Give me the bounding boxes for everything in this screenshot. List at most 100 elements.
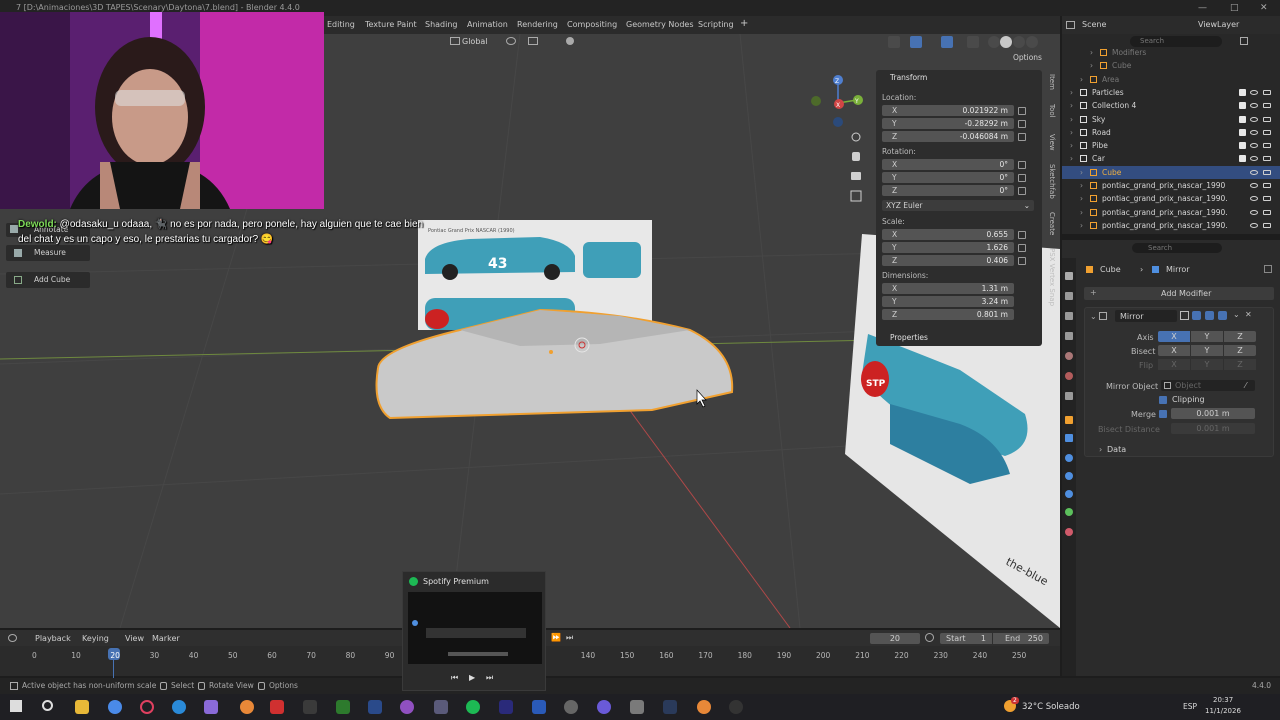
view-layer-tab-icon[interactable] (1065, 332, 1073, 340)
chevron-right-icon[interactable]: › (1080, 73, 1083, 86)
lock-icon[interactable] (1018, 107, 1026, 115)
chevron-right-icon[interactable]: › (1070, 152, 1073, 165)
view-menu[interactable]: View (125, 634, 144, 643)
mirror-object-field[interactable]: Object ⁄ (1161, 380, 1255, 391)
properties-search-input[interactable] (1132, 243, 1222, 253)
editor-type-icon[interactable] (8, 634, 17, 642)
add-workspace-button[interactable]: + (740, 18, 748, 29)
outliner-row[interactable]: › pontiac_grand_prix_nascar_1990. (1062, 192, 1280, 205)
outliner-row[interactable]: › Car (1062, 152, 1280, 165)
eye-icon[interactable] (1250, 143, 1258, 149)
render-toggle-icon[interactable] (1218, 311, 1227, 320)
transform-panel-title[interactable]: Transform (890, 73, 927, 82)
dimensions-z-field[interactable]: Z 0.801 m (882, 309, 1014, 320)
chevron-right-icon[interactable]: › (1070, 126, 1073, 139)
material-tab-icon[interactable] (1065, 528, 1073, 536)
outliner-row[interactable]: › Modifiers (1062, 46, 1280, 59)
blender-icon[interactable] (240, 700, 254, 714)
render-tab-icon[interactable] (1065, 292, 1073, 300)
output-tab-icon[interactable] (1065, 312, 1073, 320)
lock-icon[interactable] (1018, 257, 1026, 265)
bisect-x-toggle[interactable]: X (1158, 345, 1190, 356)
weather-text[interactable]: 32°C Soleado (1022, 702, 1080, 712)
outliner-row[interactable]: › Sky (1062, 113, 1280, 126)
outliner-row[interactable]: › Particles (1062, 86, 1280, 99)
close-button[interactable]: ✕ (1260, 0, 1268, 16)
current-frame-field[interactable]: 20 (870, 633, 920, 644)
flip-z-toggle[interactable]: Z (1224, 359, 1256, 370)
axis-z-toggle[interactable]: Z (1224, 331, 1256, 342)
scale-z-field[interactable]: Z 0.406 (882, 255, 1014, 266)
exclude-checkbox[interactable] (1239, 115, 1246, 123)
render-shading-icon[interactable] (1026, 36, 1038, 48)
bisect-y-toggle[interactable]: Y (1191, 345, 1223, 356)
lock-icon[interactable] (1018, 120, 1026, 128)
properties-subpanel-header[interactable]: Properties (890, 333, 928, 342)
location-y-field[interactable]: Y -0.28292 m (882, 118, 1014, 129)
data-tab-icon[interactable] (1065, 508, 1073, 516)
exclude-checkbox[interactable] (1239, 142, 1246, 150)
chevron-right-icon[interactable]: › (1070, 99, 1073, 112)
sidetab-tool[interactable]: Tool (1044, 104, 1056, 118)
rotation-z-field[interactable]: Z 0° (882, 185, 1014, 196)
constraints-tab-icon[interactable] (1065, 490, 1073, 498)
chevron-right-icon[interactable]: › (1080, 166, 1083, 179)
pin-icon[interactable] (1264, 265, 1272, 273)
viewport-options-button[interactable]: Options (1013, 53, 1042, 62)
eye-icon[interactable] (1250, 89, 1258, 95)
outliner-row[interactable]: › pontiac_grand_prix_nascar_1990 (1062, 179, 1280, 192)
tool-tab-icon[interactable] (1065, 272, 1073, 280)
outliner-row[interactable]: › Area (1062, 73, 1280, 86)
chevron-right-icon[interactable]: › (1090, 46, 1093, 59)
language-indicator[interactable]: ESP (1183, 702, 1197, 711)
lock-icon[interactable] (1018, 161, 1026, 169)
axis-y-toggle[interactable]: Y (1191, 331, 1223, 342)
chrome-icon[interactable] (108, 700, 122, 714)
clock-time[interactable]: 20:37 (1213, 696, 1233, 704)
scene-selector[interactable]: Scene (1082, 20, 1106, 29)
material-shading-icon[interactable] (1013, 36, 1025, 48)
app-icon[interactable] (204, 700, 218, 714)
exclude-checkbox[interactable] (1239, 155, 1246, 163)
edge-icon[interactable] (172, 700, 186, 714)
modifier-name-field[interactable]: Mirror (1115, 310, 1177, 322)
close-icon[interactable]: ✕ (1245, 310, 1252, 319)
pivot-point-icon[interactable] (506, 37, 516, 45)
eye-icon[interactable] (1250, 169, 1258, 175)
camera-icon[interactable] (1263, 103, 1271, 109)
outliner-row[interactable]: › Road (1062, 126, 1280, 139)
camera-icon[interactable] (1263, 89, 1271, 95)
sidetab-view[interactable]: View (1044, 134, 1056, 151)
chevron-right-icon[interactable]: › (1070, 86, 1073, 99)
edit-mode-toggle-icon[interactable] (1192, 311, 1201, 320)
sidetab-create[interactable]: Create (1044, 212, 1056, 235)
particles-tab-icon[interactable] (1065, 454, 1073, 462)
video-app-icon[interactable] (270, 700, 284, 714)
app-icon[interactable] (434, 700, 448, 714)
physics-tab-icon[interactable] (1065, 472, 1073, 480)
transform-orientation-dropdown[interactable]: Global (462, 37, 488, 46)
world-tab-icon[interactable] (1065, 372, 1073, 380)
merge-distance-field[interactable]: 0.001 m (1171, 408, 1255, 419)
chevron-down-icon[interactable]: ⌄ (1090, 312, 1097, 321)
photoshop-icon[interactable] (336, 700, 350, 714)
lock-icon[interactable] (1018, 187, 1026, 195)
location-z-field[interactable]: Z -0.046084 m (882, 131, 1014, 142)
eye-icon[interactable] (1250, 116, 1258, 122)
after-effects-icon[interactable] (499, 700, 513, 714)
tab-rendering[interactable]: Rendering (517, 20, 558, 29)
outliner-row[interactable]: › pontiac_grand_prix_nascar_1990. (1062, 219, 1280, 232)
camera-icon[interactable] (1263, 156, 1271, 162)
scene-tab-icon[interactable] (1065, 352, 1073, 360)
chevron-right-icon[interactable]: › (1070, 139, 1073, 152)
marker-menu[interactable]: Marker (152, 634, 180, 643)
clock-icon[interactable] (925, 633, 934, 642)
eye-icon[interactable] (1250, 129, 1258, 135)
end-frame-field[interactable]: End 250 (993, 633, 1049, 644)
eye-icon[interactable] (1250, 196, 1258, 202)
tab-compositing[interactable]: Compositing (567, 20, 617, 29)
camera-icon[interactable] (1263, 169, 1271, 175)
exclude-checkbox[interactable] (1239, 128, 1246, 136)
file-explorer-icon[interactable] (75, 700, 89, 714)
collection-tab-icon[interactable] (1065, 392, 1073, 400)
